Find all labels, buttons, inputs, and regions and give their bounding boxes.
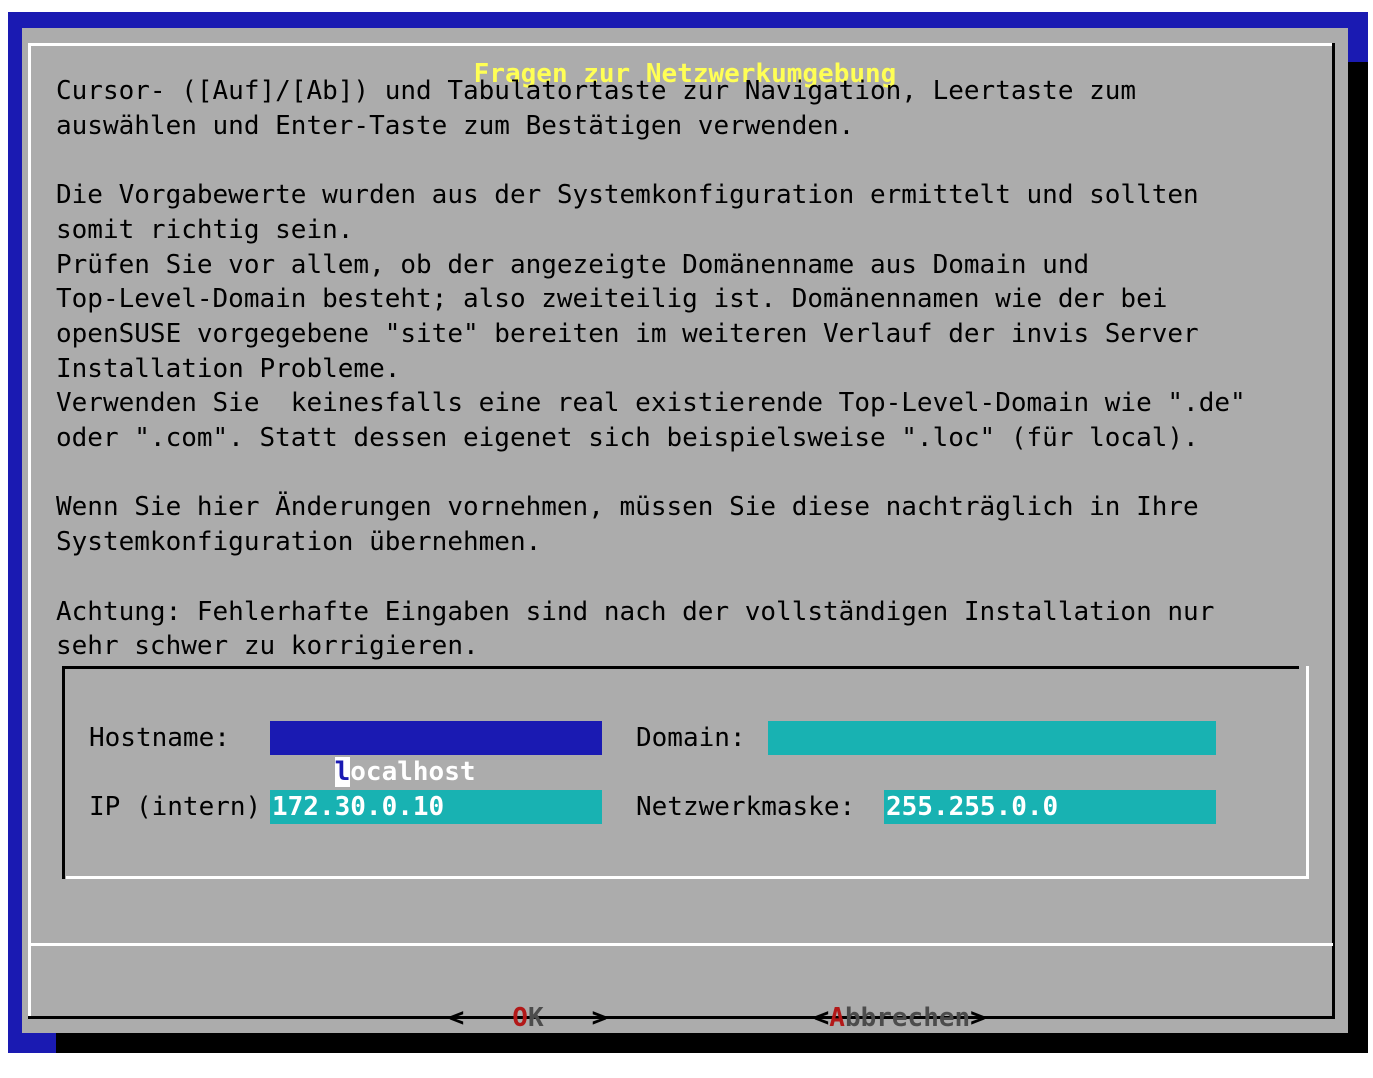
- dialog-border-bottom: [28, 1016, 1335, 1019]
- dialog-border-top: [28, 43, 1334, 46]
- dialog-message: Cursor- ([Auf]/[Ab]) und Tabulatortaste …: [56, 76, 1246, 662]
- cancel-button[interactable]: <Abbrechen>: [751, 958, 986, 1078]
- form-border-left: [62, 666, 65, 879]
- netmask-label: Netzwerkmaske:: [636, 792, 856, 822]
- form-border-top: [62, 666, 1299, 669]
- dialog-shadow-bottom: [56, 1033, 1368, 1053]
- domain-label: Domain:: [636, 723, 746, 753]
- text-cursor: l: [334, 757, 351, 787]
- domain-input[interactable]: [768, 721, 1216, 755]
- button-area-separator: [31, 943, 1333, 946]
- network-dialog: Fragen zur Netzwerkumgebung Cursor- ([Au…: [22, 28, 1348, 1033]
- form-border-right: [1306, 666, 1309, 879]
- cancel-bracket-open: <: [813, 1003, 830, 1033]
- ok-bracket-close: >: [591, 1003, 608, 1033]
- dialog-border-right: [1332, 43, 1335, 1019]
- ok-bracket-open: <: [448, 1003, 465, 1033]
- cancel-hotkey: A: [829, 1003, 845, 1033]
- ok-hotkey: O: [512, 1003, 528, 1033]
- ip-input[interactable]: 172.30.0.10: [270, 790, 602, 824]
- form-border-bottom: [66, 876, 1309, 879]
- netmask-input[interactable]: 255.255.0.0: [884, 790, 1216, 824]
- cancel-bracket-close: >: [970, 1003, 986, 1033]
- dialog-border-left: [28, 43, 31, 1019]
- cancel-label: bbrechen: [844, 1003, 971, 1033]
- ip-label: IP (intern): [89, 792, 262, 822]
- ok-label: K: [527, 1003, 544, 1033]
- hostname-value: ocalhost: [350, 757, 476, 787]
- hostname-input[interactable]: localhost: [270, 721, 602, 787]
- ok-button[interactable]: < OK >: [386, 958, 608, 1078]
- hostname-label: Hostname:: [89, 723, 230, 753]
- dialog-shadow-right: [1348, 62, 1368, 1053]
